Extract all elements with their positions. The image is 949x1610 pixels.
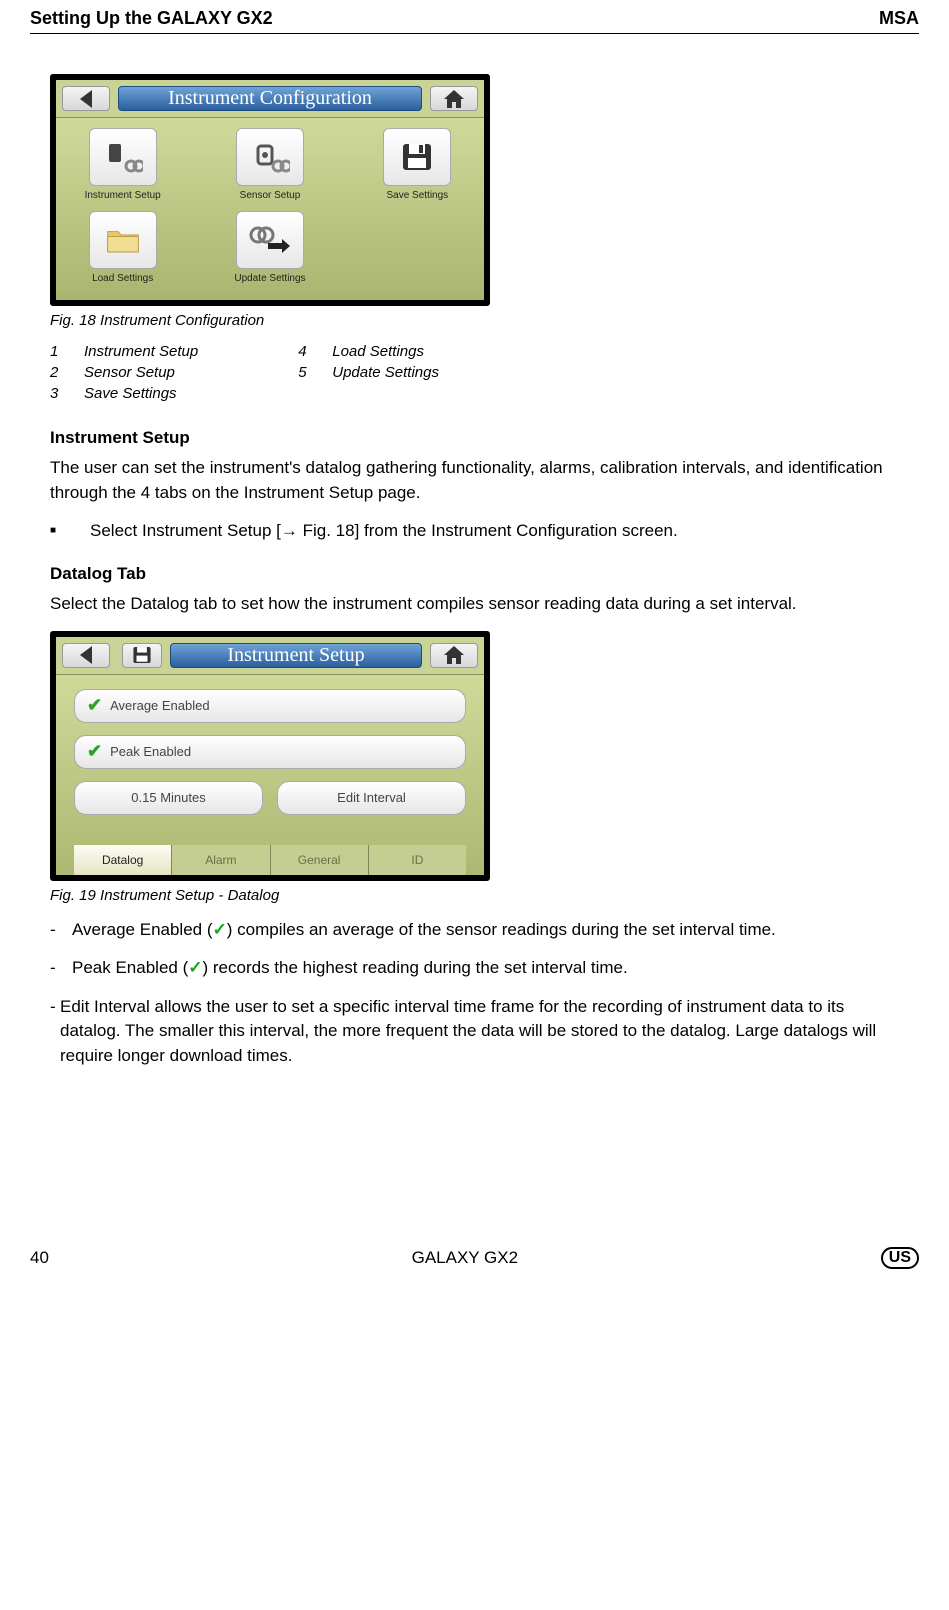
interval-value[interactable]: 0.15 Minutes (74, 781, 263, 815)
dash-icon: - (50, 995, 60, 1069)
tab-alarm[interactable]: Alarm (172, 845, 270, 875)
tile-sensor-setup[interactable]: Sensor Setup (224, 128, 316, 201)
fig19-caption: Fig. 19 Instrument Setup - Datalog (50, 887, 899, 904)
brand: MSA (879, 8, 919, 29)
tab-general[interactable]: General (271, 845, 369, 875)
tile-label: Update Settings (234, 273, 305, 284)
tile-update-settings[interactable]: Update Settings (224, 211, 316, 284)
legend-num: 4 (298, 343, 332, 360)
tile-load-settings[interactable]: Load Settings (77, 211, 169, 284)
para-datalog: Select the Datalog tab to set how the in… (50, 592, 899, 617)
save-button[interactable] (122, 643, 162, 668)
toggle-label: Peak Enabled (110, 744, 191, 759)
check-icon: ✓ (188, 958, 202, 977)
toggle-label: Average Enabled (110, 698, 210, 713)
back-arrow-icon (78, 88, 94, 110)
back-button[interactable] (62, 86, 110, 111)
legend-num: 1 (50, 343, 84, 360)
back-button[interactable] (62, 643, 110, 668)
legend-label: Load Settings (332, 343, 424, 360)
toggle-average-enabled[interactable]: ✔ Average Enabled (74, 689, 466, 723)
bullet-text: Select Instrument Setup [→ Fig. 18] from… (90, 519, 678, 544)
page-number: 40 (30, 1248, 49, 1268)
heading-datalog-tab: Datalog Tab (50, 564, 899, 584)
check-icon: ✓ (213, 920, 227, 939)
legend-num: 2 (50, 364, 84, 381)
tile-label: Instrument Setup (85, 190, 161, 201)
tile-label: Load Settings (92, 273, 153, 284)
legend-label: Sensor Setup (84, 364, 175, 381)
screen-title: Instrument Setup (170, 643, 422, 668)
home-button[interactable] (430, 86, 478, 111)
dash-item-edit-interval: Edit Interval allows the user to set a s… (60, 995, 899, 1069)
region-badge: US (881, 1247, 919, 1269)
check-icon: ✔ (87, 695, 102, 716)
heading-instrument-setup: Instrument Setup (50, 428, 899, 448)
bullet-icon: ■ (50, 519, 90, 544)
section-title: Setting Up the GALAXY GX2 (30, 8, 273, 29)
home-icon (443, 645, 465, 665)
tile-label: Save Settings (386, 190, 448, 201)
legend-label: Instrument Setup (84, 343, 198, 360)
fig18-screenshot: Instrument Configuration Instrument Setu… (50, 74, 490, 306)
screen-title: Instrument Configuration (118, 86, 422, 111)
fig19-screenshot: Instrument Setup ✔ Average Enabled ✔ Pea… (50, 631, 490, 881)
home-icon (443, 89, 465, 109)
back-arrow-icon (78, 644, 94, 666)
sensor-setup-icon (236, 128, 304, 186)
dash-icon: - (50, 918, 72, 943)
tab-datalog[interactable]: Datalog (74, 845, 172, 875)
toggle-peak-enabled[interactable]: ✔ Peak Enabled (74, 735, 466, 769)
dash-item-average: Average Enabled (✓) compiles an average … (72, 918, 776, 943)
para-instrument-setup: The user can set the instrument's datalo… (50, 456, 899, 505)
home-button[interactable] (430, 643, 478, 668)
check-icon: ✔ (87, 741, 102, 762)
update-icon (236, 211, 304, 269)
tile-instrument-setup[interactable]: Instrument Setup (77, 128, 169, 201)
dash-item-peak: Peak Enabled (✓) records the highest rea… (72, 956, 628, 981)
folder-icon (89, 211, 157, 269)
save-icon (383, 128, 451, 186)
instrument-setup-icon (89, 128, 157, 186)
tile-label: Sensor Setup (240, 190, 301, 201)
save-icon (131, 644, 153, 666)
dash-icon: - (50, 956, 72, 981)
legend-num: 3 (50, 385, 84, 402)
fig18-legend: 1Instrument Setup 2Sensor Setup 3Save Se… (50, 343, 899, 406)
doc-title: GALAXY GX2 (412, 1248, 518, 1268)
legend-label: Update Settings (332, 364, 439, 381)
tile-save-settings[interactable]: Save Settings (371, 128, 463, 201)
legend-num: 5 (298, 364, 332, 381)
legend-label: Save Settings (84, 385, 177, 402)
edit-interval-button[interactable]: Edit Interval (277, 781, 466, 815)
tab-id[interactable]: ID (369, 845, 466, 875)
fig18-caption: Fig. 18 Instrument Configuration (50, 312, 899, 329)
